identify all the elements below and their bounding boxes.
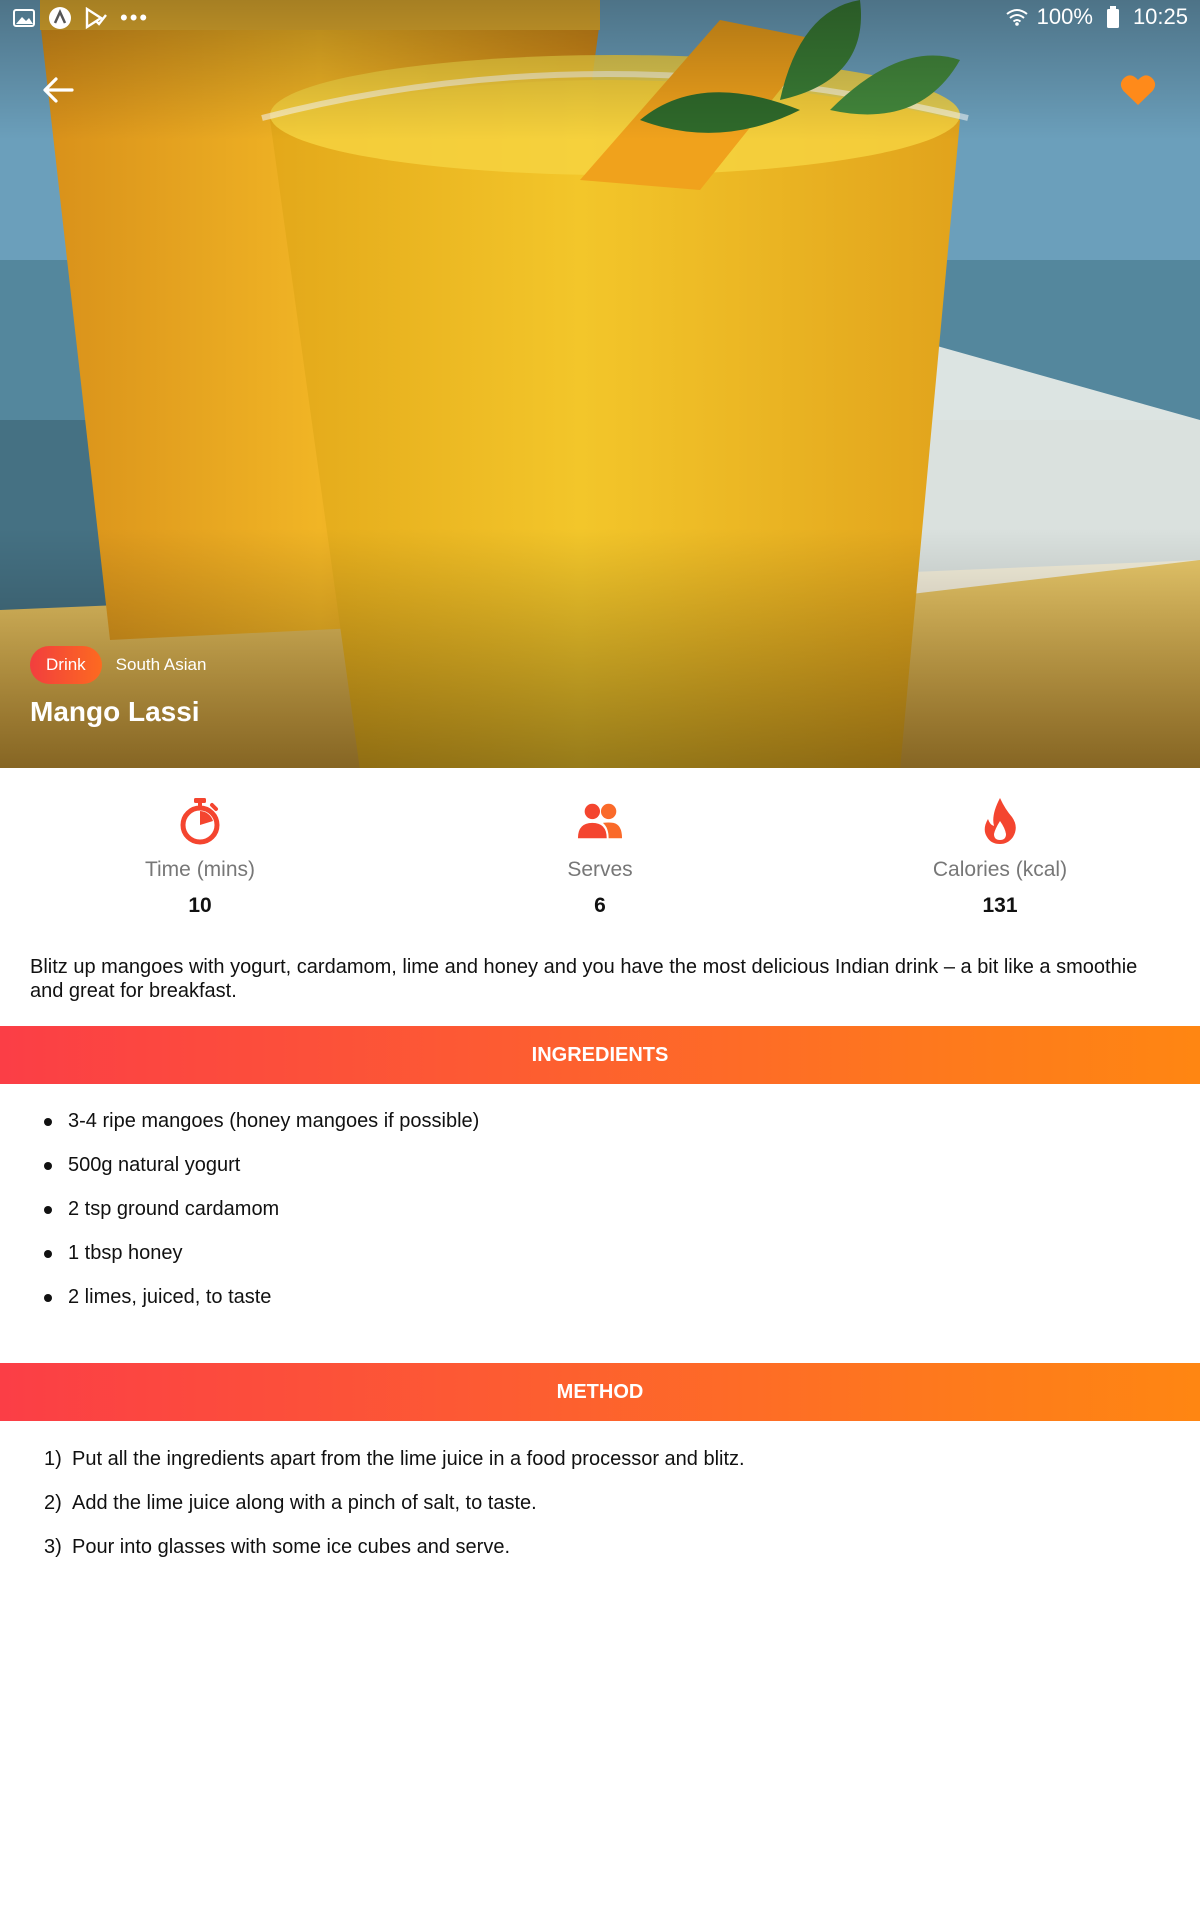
ingredient-item: 3-4 ripe mangoes (honey mangoes if possi…	[44, 1106, 1144, 1150]
recipe-description: Blitz up mangoes with yogurt, cardamom, …	[30, 956, 1138, 1002]
favorite-button[interactable]	[1116, 68, 1160, 112]
heart-icon	[1120, 75, 1156, 105]
ingredient-text: 2 tsp ground cardamom	[68, 1198, 280, 1220]
ingredient-text: 3-4 ripe mangoes (honey mangoes if possi…	[68, 1110, 480, 1132]
step-text: Pour into glasses with some ice cubes an…	[72, 1536, 510, 1558]
method-header: METHOD	[0, 1363, 1200, 1421]
step-number: 2)	[44, 1492, 62, 1514]
ingredient-list: 3-4 ripe mangoes (honey mangoes if possi…	[44, 1106, 1144, 1326]
bullet-icon	[44, 1206, 52, 1214]
play-check-icon	[84, 6, 108, 30]
stat-time-label: Time (mins)	[144, 858, 256, 881]
ingredient-item: 500g natural yogurt	[44, 1150, 1144, 1194]
stat-serves-label: Serves	[567, 858, 633, 881]
status-system: 100% 10:25	[1005, 4, 1188, 30]
step-number: 3)	[44, 1536, 62, 1558]
ingredient-item: 2 limes, juiced, to taste	[44, 1282, 1144, 1326]
bullet-icon	[44, 1294, 52, 1302]
status-notifications: •••	[12, 6, 149, 30]
step-number: 1)	[44, 1448, 62, 1470]
method-step: 2) Add the lime juice along with a pinch …	[44, 1488, 1144, 1532]
stat-time: Time (mins) 10	[0, 768, 400, 928]
clock-time: 10:25	[1132, 4, 1188, 29]
recipe-title: Mango Lassi	[30, 696, 200, 727]
method-list: 1) Put all the ingredients apart from the…	[44, 1444, 1144, 1576]
ingredient-item: 2 tsp ground cardamom	[44, 1194, 1144, 1238]
step-text: Put all the ingredients apart from the l…	[72, 1448, 745, 1470]
recipe-hero-image: ••• 100% 10:25 Drink South Asian Mango L…	[0, 0, 1200, 768]
bullet-icon	[44, 1162, 52, 1170]
ingredient-text: 500g natural yogurt	[68, 1154, 241, 1176]
recipe-stats: Time (mins) 10 Serves 6 Calories (kcal) …	[0, 768, 1200, 928]
category-chip[interactable]: Drink	[30, 646, 102, 684]
flame-icon	[977, 796, 1023, 846]
stat-calories-value: 131	[982, 894, 1018, 917]
battery-percent: 100%	[1036, 4, 1093, 29]
people-icon	[577, 796, 623, 846]
more-dots-icon: •••	[120, 5, 150, 30]
stat-calories-label: Calories (kcal)	[932, 858, 1068, 881]
method-step: 3) Pour into glasses with some ice cubes …	[44, 1532, 1144, 1576]
ingredient-text: 2 limes, juiced, to taste	[68, 1286, 272, 1308]
stat-time-value: 10	[188, 894, 212, 917]
a-badge-icon	[48, 6, 72, 30]
ingredients-header: INGREDIENTS	[0, 1026, 1200, 1084]
bullet-icon	[44, 1250, 52, 1258]
bullet-icon	[44, 1118, 52, 1126]
cuisine-label: South Asian	[115, 655, 207, 674]
arrow-back-icon	[43, 77, 74, 103]
method-step: 1) Put all the ingredients apart from the…	[44, 1444, 1144, 1488]
recipe-tags: Drink South Asian	[30, 646, 206, 684]
step-text: Add the lime juice along with a pinch of…	[72, 1492, 537, 1514]
back-button[interactable]	[36, 68, 80, 112]
stat-serves-value: 6	[594, 894, 606, 917]
ingredient-text: 1 tbsp honey	[68, 1242, 183, 1264]
stat-calories: Calories (kcal) 131	[800, 768, 1200, 928]
ingredient-item: 1 tbsp honey	[44, 1238, 1144, 1282]
wifi-icon	[1005, 5, 1029, 29]
battery-icon	[1101, 5, 1125, 29]
image-icon	[12, 6, 36, 30]
status-bar: ••• 100% 10:25	[0, 0, 1200, 38]
timer-icon	[177, 796, 223, 846]
stat-serves: Serves 6	[400, 768, 800, 928]
